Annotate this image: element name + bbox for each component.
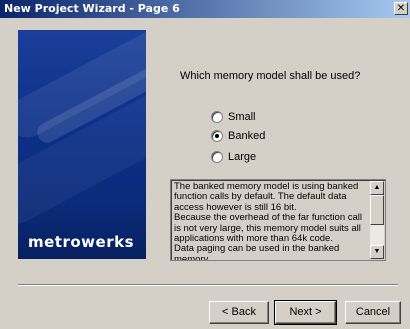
cancel-button[interactable]: Cancel [345,301,401,324]
radio-small[interactable] [211,111,223,123]
close-icon: ✕ [396,3,406,14]
option-banked[interactable]: Banked [211,130,265,142]
window-title: New Project Wizard - Page 6 [4,2,180,15]
scroll-thumb[interactable] [370,195,384,225]
description-scrollbar[interactable]: ▲ ▼ [370,181,384,259]
next-button[interactable]: Next > [274,300,337,325]
radio-banked[interactable] [211,130,223,142]
description-text: The banked memory model is using banked … [174,182,363,260]
wizard-window: New Project Wizard - Page 6 ✕ metrowerks… [0,0,410,329]
question-label: Which memory model shall be used? [180,70,361,82]
back-button[interactable]: < Back [209,301,269,324]
title-bar[interactable]: New Project Wizard - Page 6 ✕ [0,0,410,18]
description-box[interactable]: The banked memory model is using banked … [170,179,386,261]
option-small-label: Small [228,111,256,123]
brand-banner: metrowerks [18,30,146,259]
option-large-label: Large [228,151,257,163]
radio-large[interactable] [211,151,223,163]
separator [18,284,398,286]
option-large[interactable]: Large [211,151,256,163]
brand-logo-text: metrowerks [28,233,135,251]
option-small[interactable]: Small [211,111,256,123]
scroll-up-icon[interactable]: ▲ [370,181,384,195]
close-button[interactable]: ✕ [394,2,408,15]
option-banked-label: Banked [228,130,266,142]
scroll-down-icon[interactable]: ▼ [370,245,384,259]
